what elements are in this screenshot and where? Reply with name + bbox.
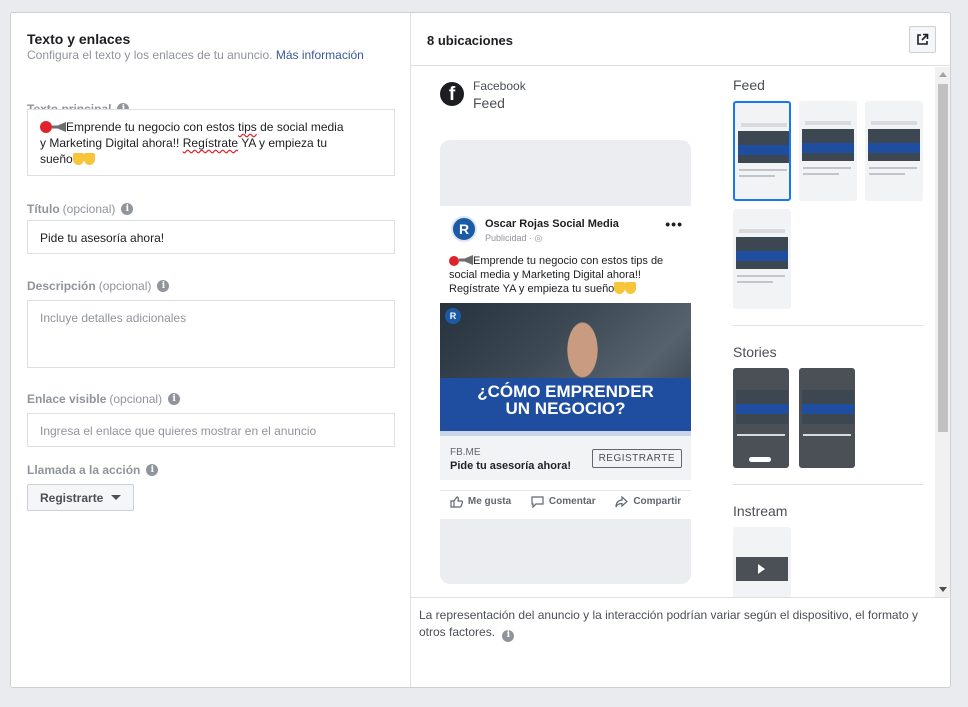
scroll-up-arrow-icon[interactable] (939, 72, 947, 77)
share-icon (615, 495, 629, 507)
info-icon[interactable]: i (121, 203, 134, 215)
red-circle-emoji-icon (40, 121, 52, 133)
page-avatar: R (451, 216, 477, 242)
pointing-hand-emoji-icon (72, 153, 84, 165)
thumbs-up-icon (450, 495, 463, 508)
ad-editor-panel: Texto y enlaces Configura el texto y los… (10, 12, 951, 688)
section-subtitle: Configura el texto y los enlaces de tu a… (27, 48, 364, 62)
headline-input[interactable]: Pide tu asesoría ahora! (27, 220, 395, 254)
placement-thumb-feed-1[interactable] (733, 101, 791, 201)
creative-headline-2: UN NEGOCIO? (505, 399, 626, 418)
info-icon[interactable]: i (157, 280, 170, 292)
info-icon[interactable]: i (502, 629, 515, 642)
placements-count: 8 ubicaciones (427, 33, 513, 48)
info-icon[interactable]: i (146, 464, 159, 476)
group-feed-title: Feed (733, 77, 765, 93)
display-link-input[interactable]: Ingresa el enlace que quieres mostrar en… (27, 413, 395, 447)
display-link-label: Enlace visible (opcional) i (27, 392, 181, 406)
cta-dropdown[interactable]: Registrarte (27, 484, 135, 511)
placement-thumb-story-1[interactable] (733, 368, 789, 468)
more-options-icon: ••• (665, 216, 683, 232)
pointing-hand-emoji-icon (625, 282, 637, 294)
page-name: Oscar Rojas Social Media (485, 218, 619, 230)
group-divider (733, 325, 923, 326)
caret-down-icon (111, 495, 122, 500)
link-domain: FB.ME (450, 447, 481, 458)
comment-action[interactable]: Comentar (531, 495, 596, 508)
comment-icon (531, 495, 544, 508)
facebook-logo-icon: f (440, 82, 464, 106)
ad-creative-image: R ¿CÓMO EMPRENDER UN NEGOCIO? (440, 303, 691, 436)
learn-more-link[interactable]: Más información (276, 48, 364, 62)
post-text: Emprende tu negocio con estos tips de so… (449, 255, 664, 295)
post-cta-button[interactable]: REGISTRARTE (591, 449, 682, 468)
megaphone-emoji-icon (459, 255, 473, 265)
headline-label: Título (opcional) i (27, 202, 134, 216)
brand-badge-icon: R (445, 308, 461, 324)
info-icon[interactable]: i (168, 393, 181, 405)
sponsored-label: Publicidad · ◎ (485, 233, 543, 243)
preview-disclaimer: La representación del anuncio y la inter… (419, 608, 918, 642)
primary-text-field[interactable]: Emprende tu negocio con estos tips de so… (27, 109, 395, 176)
pointing-hand-emoji-icon (83, 153, 95, 165)
globe-icon: ◎ (534, 233, 543, 243)
pointing-hand-emoji-icon (614, 282, 626, 294)
text-links-section: Texto y enlaces Configura el texto y los… (11, 13, 411, 687)
red-circle-emoji-icon (449, 256, 459, 266)
placement-thumbnails: Feed Stories Instream (733, 67, 923, 597)
placement-thumb-story-2[interactable] (799, 368, 855, 468)
phone-mockup: R Oscar Rojas Social Media Publicidad · … (440, 140, 691, 584)
platform-position: Feed (473, 95, 505, 111)
placement-thumb-instream-1[interactable] (733, 527, 791, 597)
ad-preview-section: 8 ubicaciones f Facebook Feed R Oscar Ro… (411, 13, 951, 687)
cta-label: Llamada a la acción i (27, 463, 159, 477)
link-bar: FB.ME Pide tu asesoría ahora! REGISTRART… (440, 436, 691, 480)
group-stories-title: Stories (733, 344, 777, 360)
footer-divider (411, 597, 951, 598)
like-action[interactable]: Me gusta (450, 495, 511, 508)
section-title: Texto y enlaces (27, 31, 131, 47)
scroll-down-arrow-icon[interactable] (939, 587, 947, 592)
description-label: Descripción (opcional) i (27, 279, 170, 293)
external-link-icon (917, 33, 929, 45)
open-preview-button[interactable] (909, 26, 936, 53)
placement-thumb-feed-4[interactable] (733, 209, 791, 309)
preview-scroll-area[interactable]: f Facebook Feed R Oscar Rojas Social Med… (411, 67, 950, 597)
link-headline: Pide tu asesoría ahora! (450, 460, 572, 472)
group-instream-title: Instream (733, 503, 788, 519)
placement-thumb-feed-3[interactable] (865, 101, 923, 201)
megaphone-emoji-icon (52, 122, 66, 132)
group-divider (733, 484, 923, 485)
ad-post: R Oscar Rojas Social Media Publicidad · … (440, 206, 691, 519)
post-actions: Me gusta Comentar Compartir (440, 490, 691, 512)
scroll-thumb[interactable] (938, 84, 948, 432)
placement-thumb-feed-2[interactable] (799, 101, 857, 201)
preview-scrollbar[interactable] (935, 67, 950, 597)
description-textarea[interactable]: Incluye detalles adicionales (27, 300, 395, 368)
platform-name: Facebook (473, 79, 526, 93)
share-action[interactable]: Compartir (615, 495, 681, 508)
play-icon (758, 564, 765, 574)
preview-header: 8 ubicaciones (411, 13, 950, 66)
